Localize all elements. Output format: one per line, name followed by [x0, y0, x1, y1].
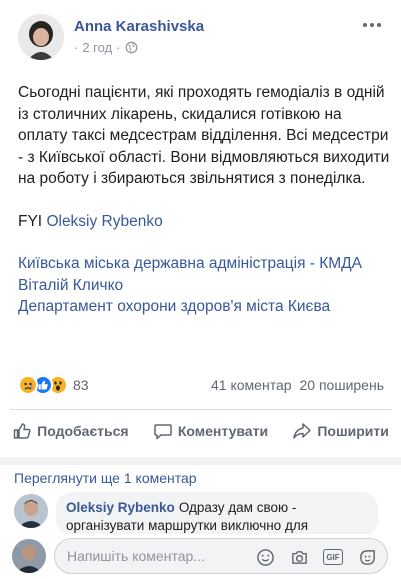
divider [10, 409, 391, 410]
comment-count[interactable]: 41 коментар [211, 377, 292, 393]
thumbs-up-icon [13, 423, 31, 439]
comment-label: Коментувати [177, 423, 269, 439]
comment-composer: GIF [0, 534, 401, 579]
post-dot-2: · [116, 40, 121, 55]
sad-reaction-icon[interactable] [18, 375, 38, 395]
post-dot: · [74, 40, 79, 55]
share-button[interactable]: Поширити [292, 421, 389, 441]
like-button[interactable]: Подобається [12, 421, 129, 441]
view-more-comments-link[interactable]: Переглянути ще 1 коментар [14, 470, 197, 486]
reactions-bar: 83 41 коментар 20 поширень [18, 373, 384, 397]
gif-icon[interactable]: GIF [323, 547, 343, 567]
commenter-avatar[interactable] [14, 494, 48, 528]
fyi-line: FYI Oleksiy Rybenko [18, 211, 390, 233]
globe-icon [125, 41, 137, 54]
share-count[interactable]: 20 поширень [300, 377, 384, 393]
section-separator [0, 457, 401, 465]
composer-tools: GIF [255, 547, 377, 567]
comment-button[interactable]: Коментувати [153, 421, 268, 441]
tag-link-health-dept[interactable]: Департамент охорони здоров'я міста Києва [18, 296, 390, 318]
tag-link-klitschko[interactable]: Віталій Кличко [18, 275, 390, 297]
post-header: Anna Karashivska · 2 год · [0, 0, 401, 70]
share-label: Поширити [317, 423, 389, 439]
comment-author[interactable]: Oleksiy Rybenko [66, 500, 175, 515]
like-label: Подобається [37, 423, 129, 439]
tag-list: Київська міська державна адміністрація -… [18, 253, 390, 318]
engagement-stats: 41 коментар 20 поширень [211, 377, 384, 393]
sticker-icon[interactable] [357, 547, 377, 567]
action-bar: Подобається Коментувати Поширити [0, 414, 401, 448]
more-options-icon[interactable] [361, 18, 383, 32]
post-time[interactable]: 2 год [82, 40, 112, 55]
comment-item: Oleksiy Rybenko Одразу дам свою - організ… [14, 492, 394, 536]
author-name[interactable]: Anna Karashivska [74, 18, 204, 35]
reaction-count[interactable]: 83 [73, 377, 89, 393]
smiley-icon[interactable] [255, 547, 275, 567]
my-avatar [12, 539, 46, 573]
comment-bubble: Oleksiy Rybenko Одразу дам свою - організ… [56, 492, 378, 536]
comment-input[interactable] [67, 548, 217, 564]
tag-link-kmda[interactable]: Київська міська державна адміністрація -… [18, 253, 390, 275]
fyi-mention-link[interactable]: Oleksiy Rybenko [46, 213, 162, 230]
post-body: Сьогодні пацієнти, які проходять гемодіа… [18, 82, 390, 318]
share-arrow-icon [293, 423, 312, 439]
camera-icon[interactable] [289, 547, 309, 567]
speech-bubble-icon [154, 424, 172, 440]
comment-input-box[interactable]: GIF [54, 538, 388, 574]
post-meta: · 2 год · [74, 40, 138, 55]
fyi-prefix: FYI [18, 212, 43, 230]
author-avatar[interactable] [18, 14, 64, 60]
post-text: Сьогодні пацієнти, які проходять гемодіа… [18, 84, 390, 187]
